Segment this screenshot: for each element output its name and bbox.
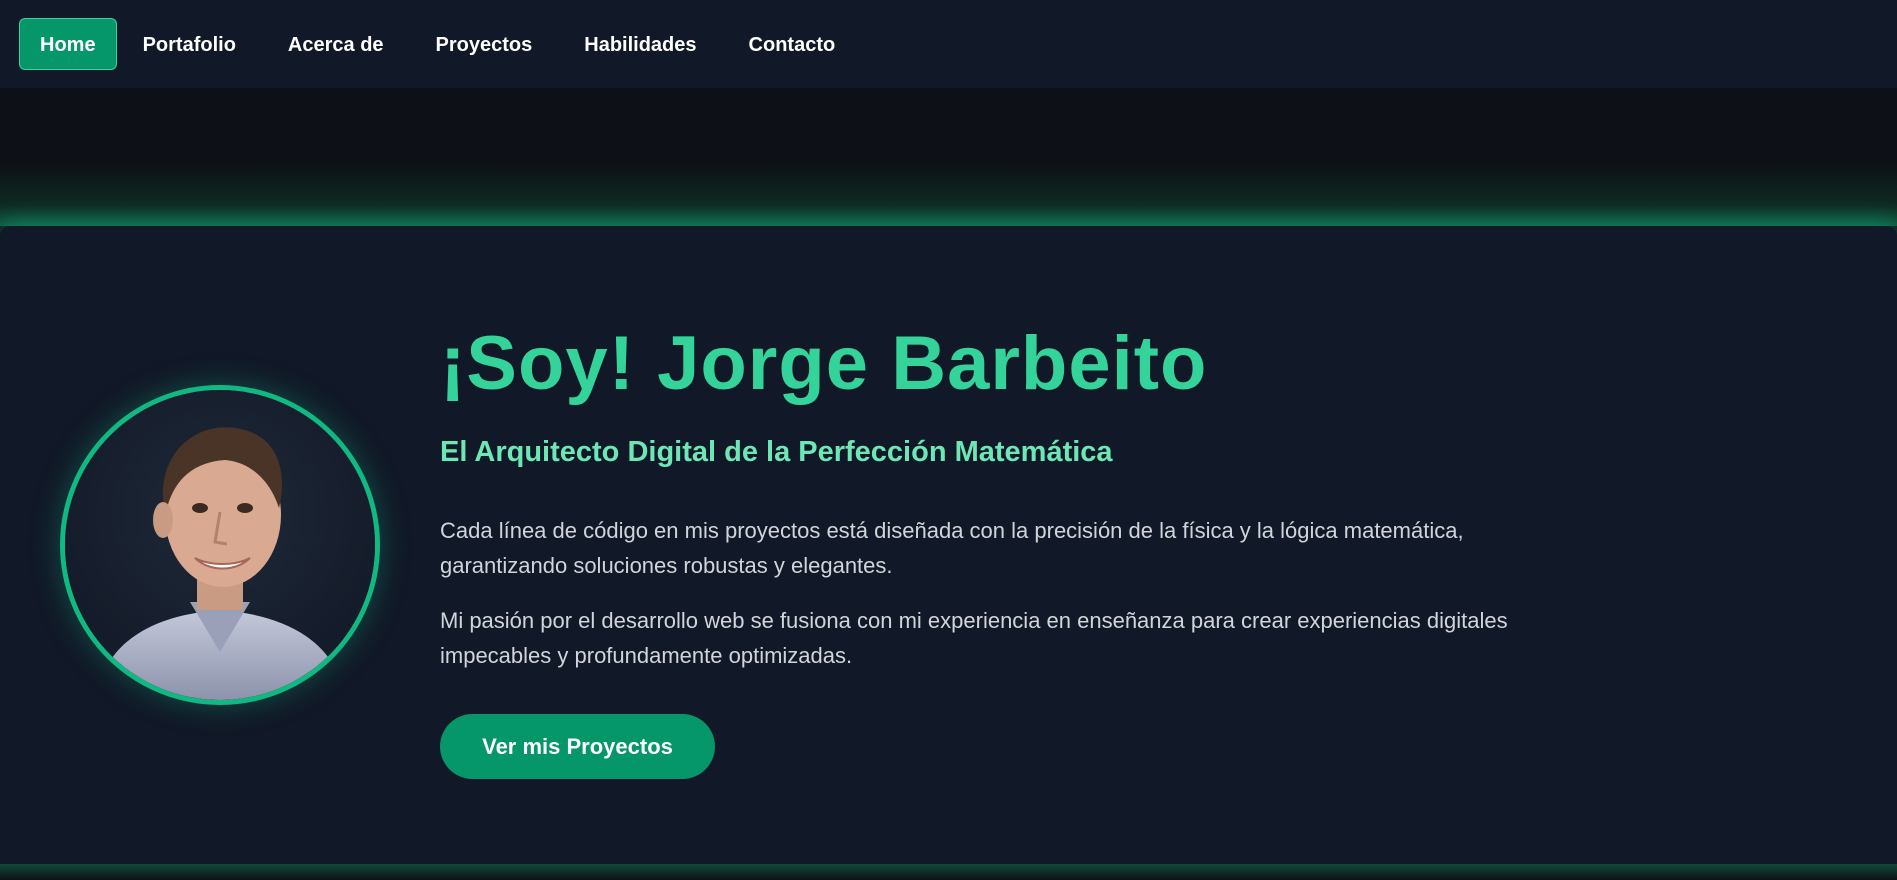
- profile-photo-icon: [65, 390, 375, 700]
- header-glow-band: [0, 88, 1897, 226]
- hero-paragraph-1: Cada línea de código en mis proyectos es…: [440, 518, 1464, 578]
- nav-item-proyectos[interactable]: Proyectos: [410, 18, 559, 70]
- view-projects-button[interactable]: Ver mis Proyectos: [440, 714, 715, 779]
- nav-item-acerca-de[interactable]: Acerca de: [262, 18, 410, 70]
- hero-title: ¡Soy! Jorge Barbeito: [440, 321, 1208, 406]
- avatar: [60, 385, 380, 705]
- nav-item-home[interactable]: Home: [19, 18, 117, 70]
- hero-paragraph-2: Mi pasión por el desarrollo web se fusio…: [440, 608, 1508, 668]
- hero-subtitle: El Arquitecto Digital de la Perfección M…: [440, 436, 1113, 468]
- nav-item-portafolio[interactable]: Portafolio: [117, 18, 262, 70]
- footer-glow-band: [0, 864, 1897, 880]
- nav-item-contacto[interactable]: Contacto: [723, 18, 862, 70]
- top-navbar: Home Portafolio Acerca de Proyectos Habi…: [0, 0, 1897, 88]
- nav-item-habilidades[interactable]: Habilidades: [558, 18, 722, 70]
